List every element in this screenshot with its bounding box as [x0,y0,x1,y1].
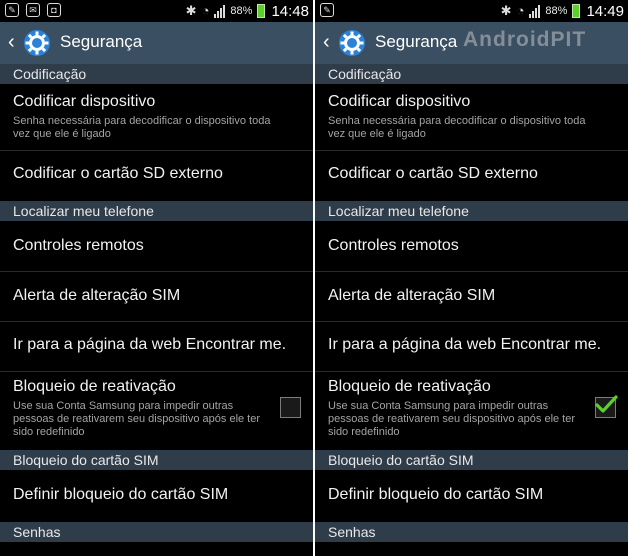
item-title: Codificar dispositivo [13,93,156,110]
settings-gear-icon[interactable] [337,28,367,58]
section-header-sim-lock: Bloqueio do cartão SIM [0,450,313,470]
clock: 14:49 [586,2,624,20]
item-title: Bloqueio de reativação [13,378,176,395]
bluetooth-icon: ✱ [500,3,512,18]
item-summary: Use sua Conta Samsung para impedir outra… [328,400,576,438]
action-bar: ‹ Segurança AndroidPIT [315,22,628,64]
item-title: Codificar o cartão SD externo [328,165,538,182]
notification-icon: ✎ [5,3,19,17]
status-bar: ✎ ✱ ◔ 88% 14:49 [315,0,628,22]
bluetooth-icon: ✱ [185,3,197,18]
section-header-find-phone: Localizar meu telefone [0,201,313,221]
section-header-encryption: Codificação [0,64,313,84]
settings-gear-icon[interactable] [22,28,52,58]
item-encrypt-device[interactable]: Codificar dispositivo Senha necessária p… [315,84,628,150]
page-title: Segurança [60,32,143,51]
item-title: Alerta de alteração SIM [328,287,496,304]
item-title: Codificar o cartão SD externo [13,165,223,182]
mail-icon: ✉ [26,3,40,17]
item-title: Alerta de alteração SIM [13,287,181,304]
item-reactivation-lock[interactable]: Bloqueio de reativação Use sua Conta Sam… [0,372,313,450]
battery-icon [572,4,581,18]
item-title: Controles remotos [13,237,144,254]
section-label: Codificação [328,66,402,82]
section-header-passwords: Senhas [315,522,628,542]
wifi-icon: ◔ [201,3,210,18]
battery-percent: 88% [545,5,568,17]
item-title: Bloqueio de reativação [328,378,491,395]
section-label: Bloqueio do cartão SIM [13,452,159,468]
item-reactivation-lock[interactable]: Bloqueio de reativação Use sua Conta Sam… [315,372,628,450]
wifi-icon: ◔ [516,3,525,18]
androidpit-watermark: AndroidPIT [463,28,587,51]
page-title: Segurança [375,32,458,51]
clock: 14:48 [271,2,309,20]
battery-percent: 88% [230,5,253,17]
item-title: Definir bloqueio do cartão SIM [328,486,544,503]
back-icon[interactable]: ‹ [8,31,15,53]
item-summary: Senha necessária para decodificar o disp… [13,115,271,140]
reactivation-lock-checkbox[interactable] [595,395,618,418]
camera-icon: ◘ [47,3,61,17]
item-set-sim-lock[interactable]: Definir bloqueio do cartão SIM [0,470,313,522]
item-find-my-mobile-page[interactable]: Ir para a página da web Encontrar me. [0,322,313,371]
section-header-find-phone: Localizar meu telefone [315,201,628,221]
section-label: Senhas [328,524,376,540]
item-set-sim-lock[interactable]: Definir bloqueio do cartão SIM [315,470,628,522]
item-summary: Use sua Conta Samsung para impedir outra… [13,400,261,438]
notification-icon: ✎ [320,3,334,17]
section-label: Codificação [13,66,87,82]
item-title: Ir para a página da web Encontrar me. [13,336,287,353]
back-icon[interactable]: ‹ [323,31,330,53]
screenshot-before: ✎ ✉ ◘ ✱ ◔ 88% 14:48 ‹ Segurança Codifica [0,0,313,556]
item-title: Controles remotos [328,237,459,254]
item-sim-change-alert[interactable]: Alerta de alteração SIM [0,272,313,321]
item-remote-controls[interactable]: Controles remotos [0,221,313,271]
section-header-sim-lock: Bloqueio do cartão SIM [315,450,628,470]
reactivation-lock-checkbox[interactable] [280,397,301,418]
item-encrypt-sd[interactable]: Codificar o cartão SD externo [315,151,628,201]
section-label: Localizar meu telefone [328,203,469,219]
section-label: Localizar meu telefone [13,203,154,219]
item-remote-controls[interactable]: Controles remotos [315,221,628,271]
action-bar: ‹ Segurança [0,22,313,64]
signal-icon [214,4,226,18]
item-title: Ir para a página da web Encontrar me. [328,336,602,353]
section-label: Bloqueio do cartão SIM [328,452,474,468]
item-sim-change-alert[interactable]: Alerta de alteração SIM [315,272,628,321]
status-bar: ✎ ✉ ◘ ✱ ◔ 88% 14:48 [0,0,313,22]
item-title: Codificar dispositivo [328,93,471,110]
battery-icon [257,4,266,18]
section-header-encryption: Codificação [315,64,628,84]
signal-icon [529,4,541,18]
item-encrypt-device[interactable]: Codificar dispositivo Senha necessária p… [0,84,313,150]
item-summary: Senha necessária para decodificar o disp… [328,115,586,140]
item-title: Definir bloqueio do cartão SIM [13,486,229,503]
section-label: Senhas [13,524,61,540]
screenshot-after: ✎ ✱ ◔ 88% 14:49 ‹ Segurança AndroidPIT C… [315,0,628,556]
section-header-passwords: Senhas [0,522,313,542]
item-encrypt-sd[interactable]: Codificar o cartão SD externo [0,151,313,201]
item-find-my-mobile-page[interactable]: Ir para a página da web Encontrar me. [315,322,628,371]
checkmark-icon [595,395,618,413]
